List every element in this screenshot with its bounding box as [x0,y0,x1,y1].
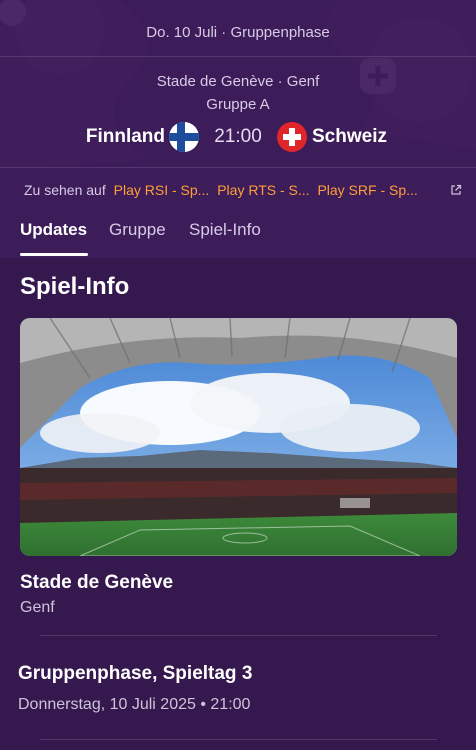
match-phase: Gruppenphase, Spieltag 3 [18,663,253,684]
match-header: Do. 10 Juli · Gruppenphase Stade de Genè… [0,0,476,258]
tab-spiel-info[interactable]: Spiel-Info [189,220,261,240]
broadcast-label: Zu sehen auf [24,182,106,198]
divider [40,739,437,740]
stadium-photo [20,318,457,556]
divider [0,56,476,57]
divider [40,635,437,636]
match-venue: Stade de Genève · Genf [156,73,320,90]
tab-gruppe[interactable]: Gruppe [109,220,166,240]
finland-flag-icon [169,122,199,152]
external-link-icon[interactable] [450,184,462,196]
section-title: Spiel-Info [20,273,130,300]
broadcast-row: Zu sehen auf Play RSI - Sp... Play RTS -… [24,182,464,202]
broadcast-channel-rts[interactable]: Play RTS - S... [217,182,309,198]
match-row[interactable]: Finnland 21:00 Schweiz [0,120,476,154]
match-date-phase: Do. 10 Juli · Gruppenphase [146,24,330,41]
match-group: Gruppe A [206,96,270,113]
switzerland-flag-icon [277,122,307,152]
active-tab-indicator [20,253,88,256]
broadcast-channel-srf[interactable]: Play SRF - Sp... [317,182,417,198]
match-datetime: Donnerstag, 10 Juli 2025 • 21:00 [18,696,251,713]
kickoff-time: 21:00 [214,126,262,147]
home-team-name[interactable]: Finnland [86,126,165,148]
stadium-city: Genf [20,599,55,616]
tab-updates[interactable]: Updates [20,220,87,240]
divider [0,167,476,168]
stadium-name[interactable]: Stade de Genève [20,572,173,594]
away-team-name[interactable]: Schweiz [312,126,387,148]
broadcast-channel-rsi[interactable]: Play RSI - Sp... [114,182,210,198]
